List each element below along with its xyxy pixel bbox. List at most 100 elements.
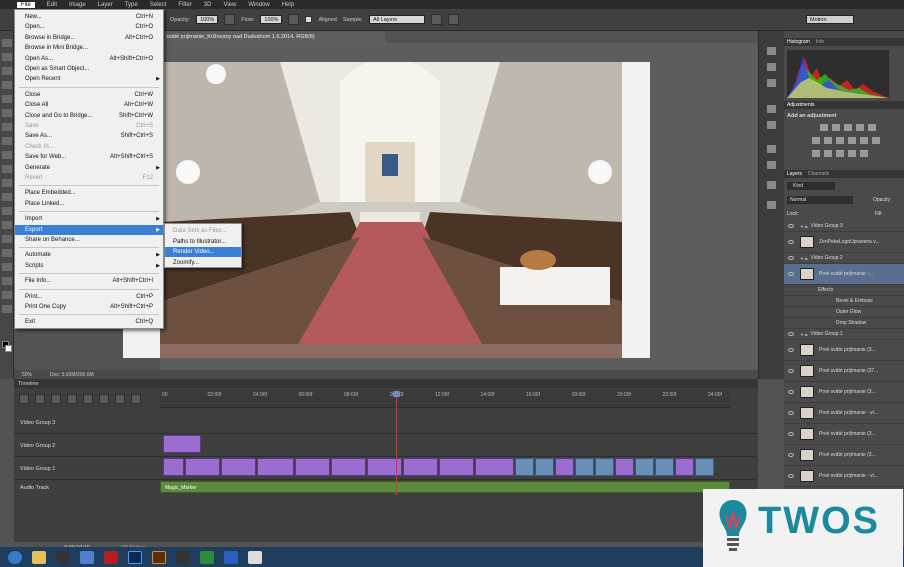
marquee-tool-icon[interactable] — [2, 53, 12, 61]
menu-item-export[interactable]: Export ▶ — [15, 224, 163, 235]
brightness-contrast-icon[interactable] — [820, 124, 828, 131]
video-clip[interactable] — [555, 458, 574, 476]
menu-3d[interactable]: 3D — [204, 2, 212, 8]
layer-effect-row[interactable]: Effects — [784, 285, 904, 296]
paint-icon[interactable] — [248, 550, 262, 564]
curves-icon[interactable] — [844, 124, 852, 131]
mute-audio-icon[interactable] — [83, 394, 93, 404]
video-clip[interactable] — [655, 458, 674, 476]
zoom-tool-icon[interactable] — [2, 305, 12, 313]
menu-item-open-as[interactable]: Open As... Alt+Shift+Ctrl+O — [15, 54, 163, 64]
layer-effect-row[interactable]: Outer Glow — [784, 307, 904, 318]
transition-icon[interactable] — [131, 394, 141, 404]
visibility-eye-icon[interactable] — [788, 474, 794, 478]
selective-color-icon[interactable] — [860, 150, 868, 157]
black-white-icon[interactable] — [836, 137, 844, 144]
character-panel-icon[interactable] — [767, 145, 776, 153]
word-icon[interactable] — [224, 550, 238, 564]
menu-item-print-one-copy[interactable]: Print One Copy Alt+Shift+Ctrl+P — [15, 302, 163, 312]
visibility-eye-icon[interactable] — [788, 224, 794, 228]
aligned-checkbox[interactable] — [305, 16, 313, 23]
layer-kind-filter[interactable]: Kind — [787, 182, 835, 190]
layer-row[interactable]: Prvé sväté prijímanie (3... — [784, 382, 904, 403]
threshold-icon[interactable] — [836, 150, 844, 157]
layer-group-row[interactable]: ▼ ■ Video Group 3 — [784, 221, 904, 232]
menu-item-file-info[interactable]: File Info... Alt+Shift+Ctrl+I — [15, 276, 163, 286]
layer-row[interactable]: Prvé sväté prijímanie (3... — [784, 424, 904, 445]
menu-item-browse-in-bridge[interactable]: Browse in Bridge... Alt+Ctrl+O — [15, 33, 163, 43]
folder-icon[interactable]: ▼ ■ — [800, 224, 808, 229]
track-label-video-group-2[interactable]: Video Group 2 — [20, 443, 55, 449]
menu-select[interactable]: Select — [150, 2, 167, 8]
dodge-tool-icon[interactable] — [2, 221, 12, 229]
exposure-icon[interactable] — [856, 124, 864, 131]
flow-field[interactable]: 100% — [260, 15, 283, 24]
menu-layer[interactable]: Layer — [98, 2, 113, 8]
menu-image[interactable]: Image — [69, 2, 86, 8]
layer-row[interactable]: Prvé sväté prijímanie -... — [784, 264, 904, 285]
color-lookup-icon[interactable] — [872, 137, 880, 144]
track-label-video-group-3[interactable]: Video Group 3 — [20, 420, 55, 426]
track-label-audio[interactable]: Audio Track — [20, 485, 49, 491]
menu-item-generate[interactable]: Generate ▶ — [15, 163, 163, 173]
menu-item-open[interactable]: Open... Ctrl+O — [15, 22, 163, 32]
brush-tool-icon[interactable] — [2, 137, 12, 145]
menu-view[interactable]: View — [223, 2, 236, 8]
photoshop-icon[interactable] — [128, 550, 142, 564]
video-clip[interactable] — [575, 458, 594, 476]
visibility-eye-icon[interactable] — [788, 272, 794, 276]
layer-effect-row[interactable]: Drop Shadow — [784, 318, 904, 329]
media-player-icon[interactable] — [56, 550, 70, 564]
color-balance-icon[interactable] — [824, 137, 832, 144]
menu-item-check-in[interactable]: Check In... — [15, 142, 163, 152]
sample-select[interactable]: All Layers — [369, 15, 426, 24]
hue-saturation-icon[interactable] — [812, 137, 820, 144]
zoom-level[interactable]: 50% — [22, 372, 32, 378]
paragraph-panel-icon[interactable] — [767, 161, 776, 169]
menu-item-open-as-smart-object[interactable]: Open as Smart Object... — [15, 64, 163, 74]
properties-panel-icon[interactable] — [767, 79, 776, 87]
menu-item-place-linked[interactable]: Place Linked... — [15, 199, 163, 209]
pen-tool-icon[interactable] — [2, 235, 12, 243]
video-clip[interactable] — [515, 458, 534, 476]
visibility-eye-icon[interactable] — [788, 411, 794, 415]
menu-item-revert[interactable]: Revert F12 — [15, 173, 163, 183]
layer-row[interactable]: Prvé sväté prijímanie (37... — [784, 361, 904, 382]
clone-source-panel-icon[interactable] — [767, 121, 776, 129]
playhead[interactable] — [396, 390, 397, 495]
visibility-eye-icon[interactable] — [788, 369, 794, 373]
explorer-icon[interactable] — [32, 550, 46, 564]
settings-gear-icon[interactable] — [99, 394, 109, 404]
vibrance-icon[interactable] — [868, 124, 876, 131]
video-clip[interactable] — [439, 458, 474, 476]
menu-item-save-as[interactable]: Save As... Shift+Ctrl+S — [15, 131, 163, 141]
path-select-tool-icon[interactable] — [2, 263, 12, 271]
swatches-panel-icon[interactable] — [767, 201, 776, 209]
menu-window[interactable]: Window — [248, 2, 269, 8]
shape-tool-icon[interactable] — [2, 277, 12, 285]
audio-clip[interactable]: Magic_Marker — [160, 481, 730, 493]
menu-item-close-all[interactable]: Close All Alt+Ctrl+W — [15, 100, 163, 110]
video-clip[interactable] — [595, 458, 614, 476]
visibility-eye-icon[interactable] — [788, 256, 794, 260]
type-tool-icon[interactable] — [2, 249, 12, 257]
layer-group-row[interactable]: ▼ ■ Video Group 2 — [784, 253, 904, 264]
split-clip-icon[interactable] — [115, 394, 125, 404]
video-clip[interactable] — [615, 458, 634, 476]
tab-histogram[interactable]: Histogram — [787, 39, 810, 45]
quick-select-tool-icon[interactable] — [2, 81, 12, 89]
start-button-icon[interactable] — [8, 550, 22, 564]
menu-item-save[interactable]: Save Ctrl+S — [15, 121, 163, 131]
visibility-eye-icon[interactable] — [788, 332, 794, 336]
pressure-opacity-icon[interactable] — [224, 14, 236, 25]
submenu-item-paths-to-illustrator[interactable]: Paths to Illustrator... — [165, 237, 241, 247]
play-icon[interactable] — [51, 394, 61, 404]
gradient-map-icon[interactable] — [848, 150, 856, 157]
excel-icon[interactable] — [200, 550, 214, 564]
next-frame-icon[interactable] — [67, 394, 77, 404]
bridge-icon[interactable] — [152, 550, 166, 564]
video-clip[interactable] — [475, 458, 514, 476]
pressure-size-icon[interactable] — [448, 14, 460, 25]
menu-item-exit[interactable]: Exit Ctrl+Q — [15, 317, 163, 327]
layer-row[interactable]: Prvé sväté prijímanie (3... — [784, 340, 904, 361]
